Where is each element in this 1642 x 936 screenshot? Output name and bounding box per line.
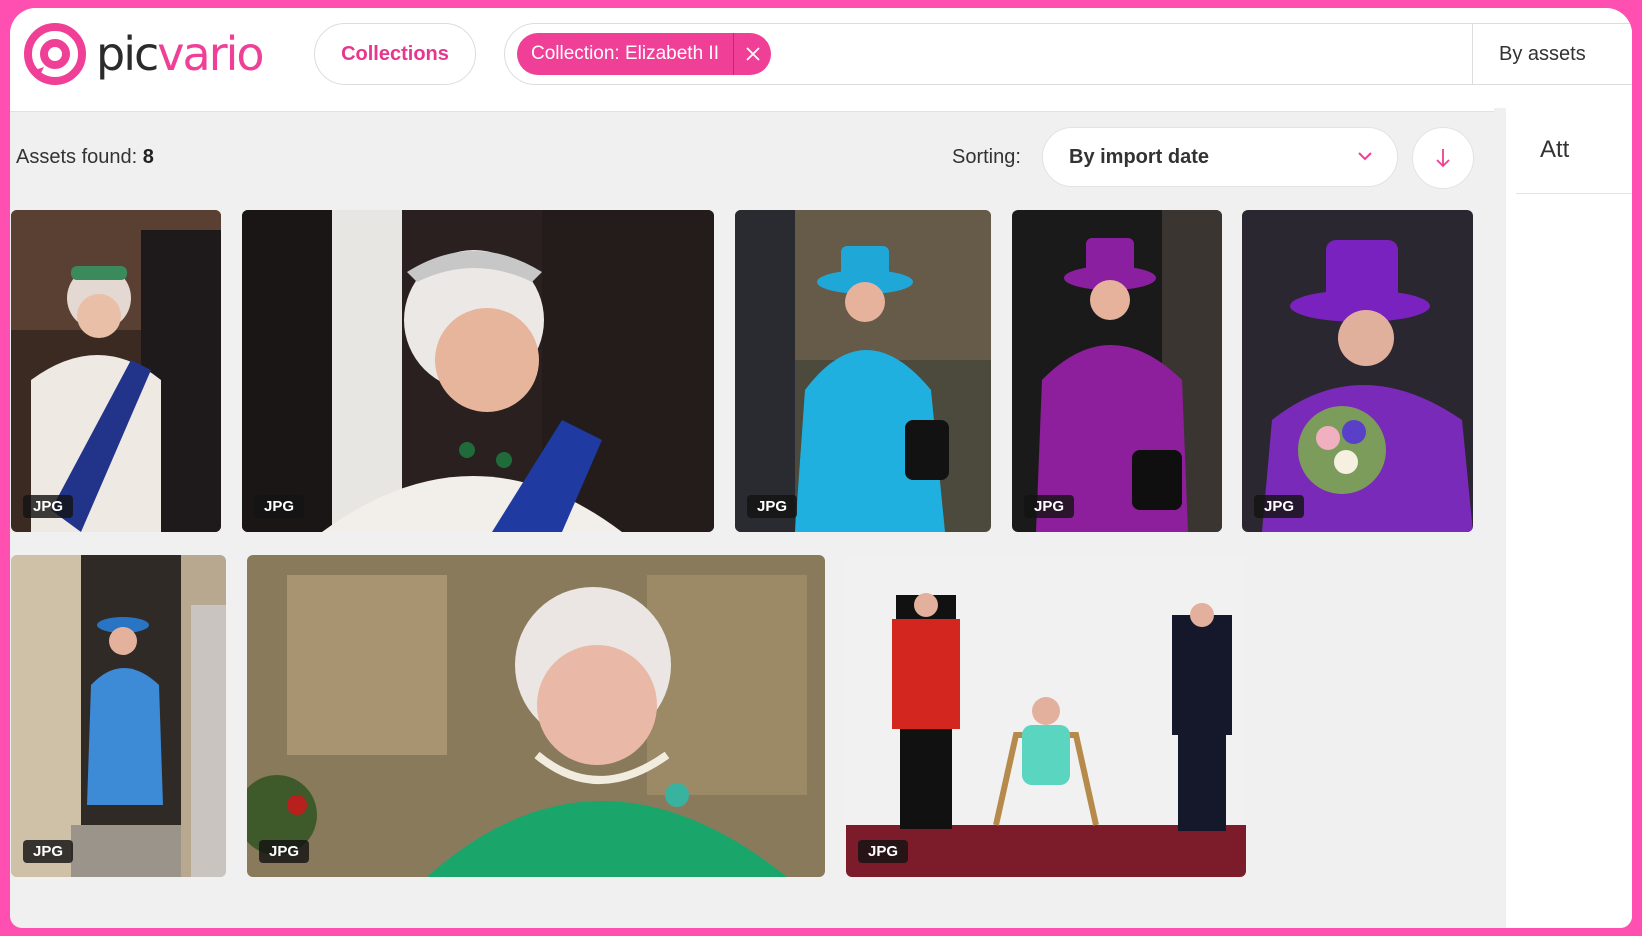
attributes-tab-label: Att <box>1540 136 1570 163</box>
format-badge: JPG <box>858 840 909 863</box>
attributes-tab[interactable]: Att <box>1516 108 1632 194</box>
photo-image <box>1012 210 1222 532</box>
asset-thumbnail[interactable]: JPG <box>1242 210 1473 532</box>
assets-found: Assets found: 8 <box>16 146 154 169</box>
filter-chip: Collection: Elizabeth II <box>517 33 771 75</box>
right-panel: Att <box>1494 108 1632 928</box>
search-bar[interactable]: Collection: Elizabeth II By assets <box>504 23 1632 85</box>
logo-text-pic: pic <box>96 27 159 81</box>
logo[interactable]: picvario <box>24 22 265 86</box>
format-badge: JPG <box>1254 495 1305 518</box>
photo-image <box>11 555 226 877</box>
photo-image <box>735 210 991 532</box>
logo-text-vario: vario <box>157 27 264 81</box>
asset-thumbnail[interactable]: JPG <box>1012 210 1222 532</box>
photo-image <box>1242 210 1473 532</box>
asset-thumbnail[interactable]: JPG <box>735 210 991 532</box>
remove-filter-button[interactable] <box>733 33 771 75</box>
app-window: picvario Collections Collection: Elizabe… <box>10 8 1632 928</box>
format-badge: JPG <box>1024 495 1075 518</box>
asset-thumbnail[interactable]: JPG <box>846 555 1246 877</box>
chevron-down-icon <box>1358 152 1372 161</box>
sorting-value: By import date <box>1069 145 1210 168</box>
format-badge: JPG <box>747 495 798 518</box>
view-mode-dropdown[interactable]: By assets <box>1472 24 1632 84</box>
top-header: picvario Collections Collection: Elizabe… <box>10 8 1632 112</box>
asset-thumbnail[interactable]: JPG <box>247 555 825 877</box>
assets-found-label: Assets found: <box>16 146 138 168</box>
collections-button[interactable]: Collections <box>314 23 476 85</box>
photo-image <box>247 555 825 877</box>
format-badge: JPG <box>259 840 310 863</box>
sorting-dropdown[interactable]: By import date <box>1042 127 1398 187</box>
filter-chip-label: Collection: Elizabeth II <box>531 43 719 64</box>
format-badge: JPG <box>254 495 305 518</box>
assets-found-count: 8 <box>142 146 154 168</box>
logo-wordmark: picvario <box>96 31 265 77</box>
photo-image <box>846 555 1246 877</box>
format-badge: JPG <box>23 495 74 518</box>
logo-icon <box>24 23 86 85</box>
format-badge: JPG <box>23 840 74 863</box>
close-icon <box>745 47 760 61</box>
asset-thumbnail[interactable]: JPG <box>242 210 714 532</box>
photo-image <box>11 210 221 532</box>
photo-image <box>242 210 714 532</box>
asset-thumbnail[interactable]: JPG <box>11 555 226 877</box>
arrow-down-icon <box>1436 149 1450 168</box>
sorting-label: Sorting: <box>952 146 1021 168</box>
sort-direction-button[interactable] <box>1412 127 1474 189</box>
asset-thumbnail[interactable]: JPG <box>11 210 221 532</box>
